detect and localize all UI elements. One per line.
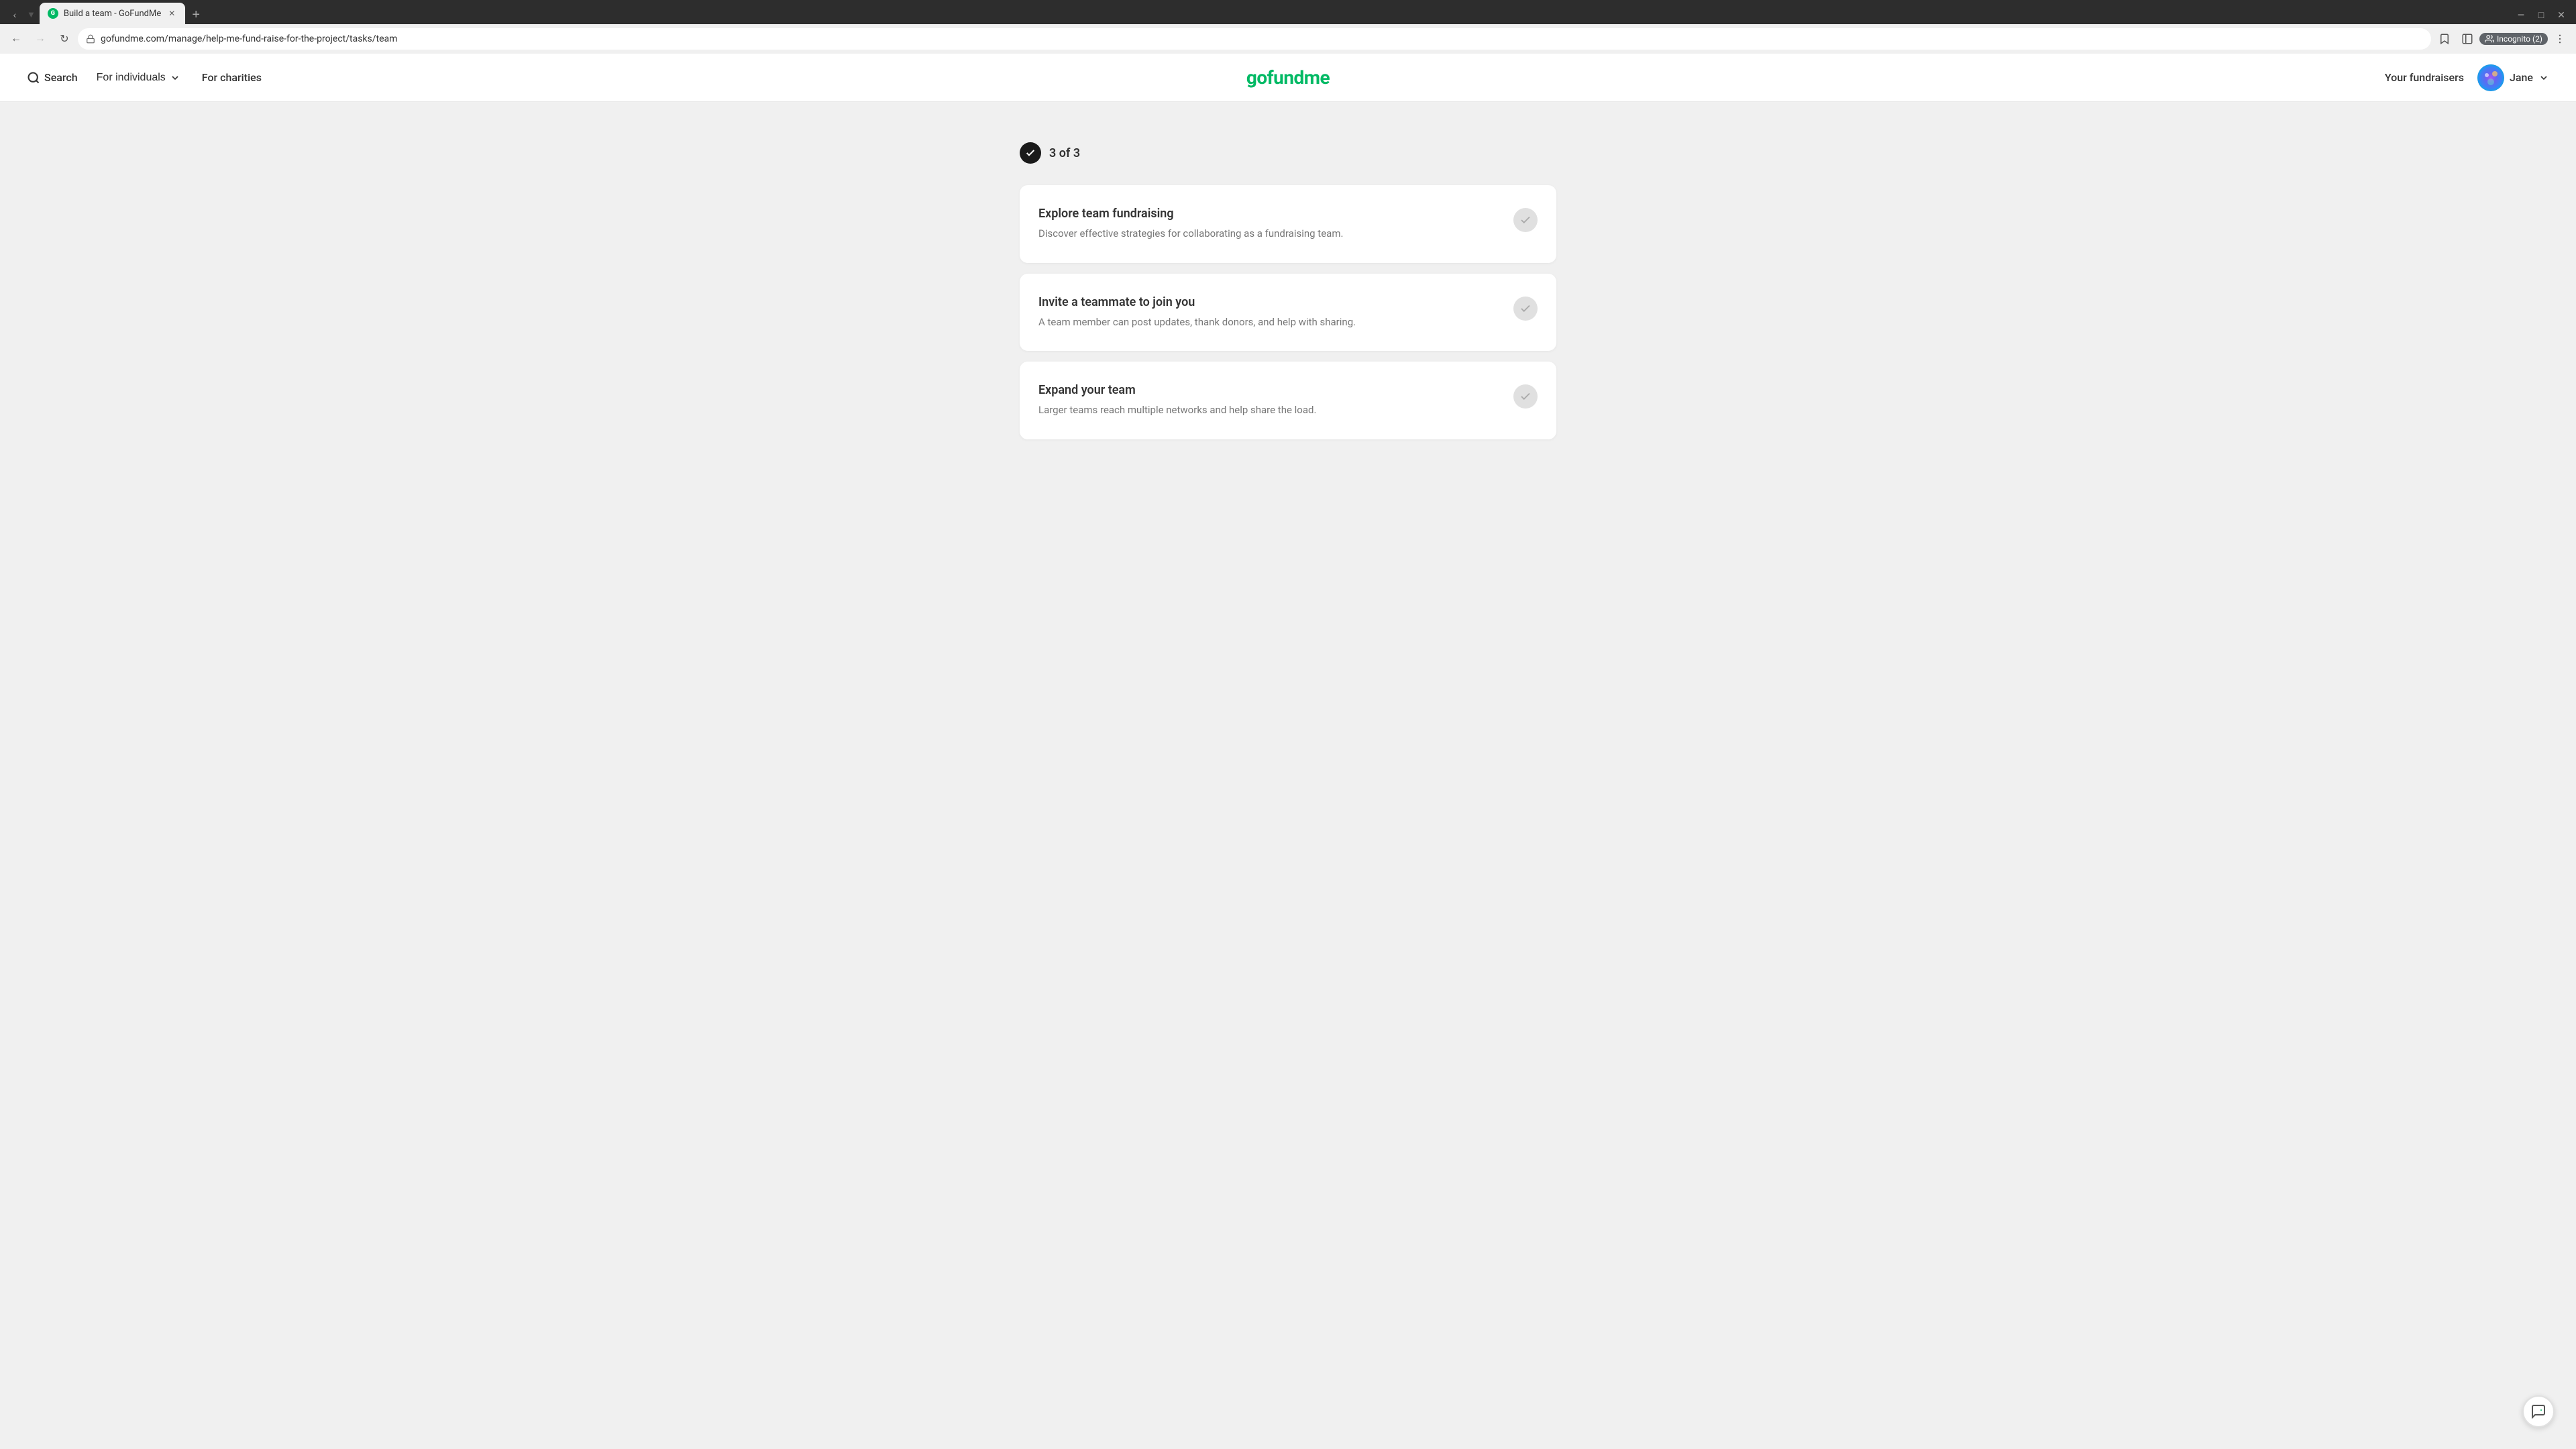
- check-icon-3: [1519, 390, 1532, 402]
- nav-left: Search For individuals For charities: [27, 68, 264, 87]
- task-card-3[interactable]: Expand your team Larger teams reach mult…: [1020, 362, 1556, 439]
- avatar: [2477, 64, 2504, 91]
- progress-header: 3 of 3: [1020, 142, 1556, 164]
- bookmark-button[interactable]: [2434, 28, 2455, 50]
- task-desc-3: Larger teams reach multiple networks and…: [1038, 402, 1500, 418]
- user-menu[interactable]: Jane: [2477, 64, 2549, 91]
- your-fundraisers-link[interactable]: Your fundraisers: [2385, 71, 2464, 84]
- task-desc-2: A team member can post updates, thank do…: [1038, 315, 1500, 330]
- for-charities-label: For charities: [202, 71, 262, 84]
- incognito-badge[interactable]: Incognito (2): [2479, 33, 2548, 45]
- incognito-label: Incognito (2): [2497, 34, 2542, 44]
- check-icon-2: [1519, 303, 1532, 315]
- forward-button[interactable]: →: [30, 28, 51, 50]
- new-tab-button[interactable]: +: [186, 5, 205, 24]
- site-logo[interactable]: gofundme: [1246, 66, 1330, 89]
- tab-favicon: G: [48, 8, 58, 19]
- close-button[interactable]: ✕: [2552, 5, 2571, 24]
- user-chevron-icon: [2538, 72, 2549, 83]
- chevron-down-icon: [170, 72, 180, 83]
- restore-button[interactable]: □: [2532, 5, 2551, 24]
- browser-chrome: ‹ ▼ G Build a team - GoFundMe ✕ + − □ ✕ …: [0, 0, 2576, 54]
- for-individuals-dropdown[interactable]: For individuals: [94, 69, 183, 87]
- task-check-3: [1513, 384, 1538, 409]
- toolbar-icons: Incognito (2): [2434, 28, 2571, 50]
- back-button[interactable]: ←: [5, 28, 27, 50]
- main-content: 3 of 3 Explore team fundraising Discover…: [0, 102, 2576, 1425]
- task-title-1: Explore team fundraising: [1038, 207, 1500, 221]
- content-container: 3 of 3 Explore team fundraising Discover…: [1020, 142, 1556, 450]
- task-content-3: Expand your team Larger teams reach mult…: [1038, 383, 1500, 418]
- chat-icon: [2530, 1403, 2546, 1419]
- active-tab[interactable]: G Build a team - GoFundMe ✕: [40, 3, 185, 24]
- tab-label: Build a team - GoFundMe: [64, 9, 161, 19]
- tab-history-back[interactable]: ‹: [5, 5, 24, 24]
- url-text: gofundme.com/manage/help-me-fund-raise-f…: [101, 34, 2423, 44]
- for-individuals-label: For individuals: [97, 72, 166, 84]
- task-desc-1: Discover effective strategies for collab…: [1038, 226, 1500, 241]
- task-check-1: [1513, 208, 1538, 232]
- sidebar-button[interactable]: [2457, 28, 2478, 50]
- logo-text: gofundme: [1246, 66, 1330, 89]
- task-content-2: Invite a teammate to join you A team mem…: [1038, 295, 1500, 330]
- task-title-3: Expand your team: [1038, 383, 1500, 397]
- task-card-1[interactable]: Explore team fundraising Discover effect…: [1020, 185, 1556, 263]
- for-charities-link[interactable]: For charities: [199, 68, 264, 87]
- lock-icon: [86, 34, 95, 44]
- minimize-button[interactable]: −: [2512, 5, 2530, 24]
- task-title-2: Invite a teammate to join you: [1038, 295, 1500, 309]
- site-nav: Search For individuals For charities gof…: [0, 54, 2576, 102]
- tab-close-button[interactable]: ✕: [166, 8, 177, 19]
- expand-tab-btn[interactable]: ▼: [27, 9, 36, 20]
- address-bar[interactable]: gofundme.com/manage/help-me-fund-raise-f…: [78, 28, 2431, 50]
- tab-bar: ‹ ▼ G Build a team - GoFundMe ✕ + − □ ✕: [0, 0, 2576, 24]
- user-name: Jane: [2510, 71, 2533, 84]
- search-link[interactable]: Search: [27, 71, 78, 85]
- chat-widget[interactable]: [2522, 1395, 2555, 1428]
- nav-right: Your fundraisers: [2385, 64, 2549, 91]
- task-check-2: [1513, 297, 1538, 321]
- website: Search For individuals For charities gof…: [0, 54, 2576, 1425]
- progress-text: 3 of 3: [1049, 146, 1080, 160]
- menu-button[interactable]: [2549, 28, 2571, 50]
- omnibar: ← → ↻ gofundme.com/manage/help-me-fund-r…: [0, 24, 2576, 54]
- search-icon: [27, 71, 40, 85]
- reload-button[interactable]: ↻: [54, 28, 75, 50]
- search-label: Search: [44, 71, 78, 84]
- task-content-1: Explore team fundraising Discover effect…: [1038, 207, 1500, 241]
- task-card-2[interactable]: Invite a teammate to join you A team mem…: [1020, 274, 1556, 352]
- check-icon-1: [1519, 214, 1532, 226]
- progress-check-icon: [1020, 142, 1041, 164]
